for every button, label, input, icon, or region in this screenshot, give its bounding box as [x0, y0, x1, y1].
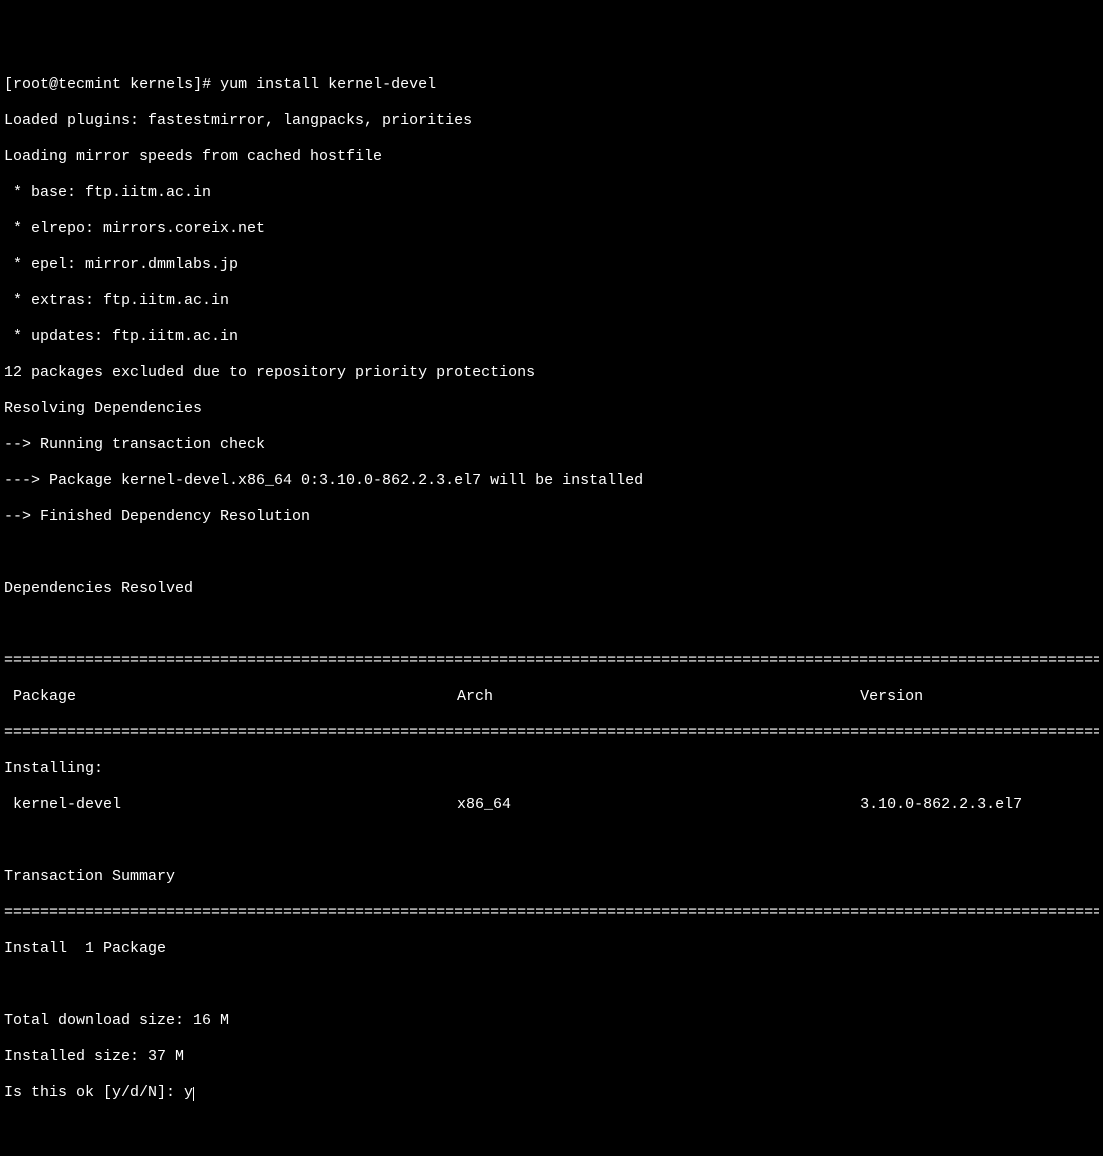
separator-top: ========================================…: [4, 652, 1099, 670]
prompt-dir: kernels: [130, 76, 193, 93]
blank-line-1: [4, 544, 1099, 562]
table-cell-package: kernel-devel: [4, 796, 457, 814]
output-package-install: ---> Package kernel-devel.x86_64 0:3.10.…: [4, 472, 1099, 490]
prompt-at: @: [49, 76, 58, 93]
output-finished: --> Finished Dependency Resolution: [4, 508, 1099, 526]
prompt-close-bracket: ]: [193, 76, 202, 93]
prompt-open-bracket: [: [4, 76, 13, 93]
output-plugins: Loaded plugins: fastestmirror, langpacks…: [4, 112, 1099, 130]
table-cell-arch: x86_64: [457, 796, 860, 814]
confirm-prompt: Is this ok [y/d/N]:: [4, 1084, 184, 1101]
prompt-host: tecmint: [58, 76, 121, 93]
mirror-base: * base: ftp.iitm.ac.in: [4, 184, 1099, 202]
table-row: kernel-develx86_643.10.0-862.2.3.el7: [4, 796, 1099, 814]
confirm-input[interactable]: y: [184, 1084, 193, 1101]
output-loading-mirrors: Loading mirror speeds from cached hostfi…: [4, 148, 1099, 166]
table-header-arch: Arch: [457, 688, 860, 706]
mirror-extras: * extras: ftp.iitm.ac.in: [4, 292, 1099, 310]
confirm-line[interactable]: Is this ok [y/d/N]: y: [4, 1084, 1099, 1102]
table-header-package: Package: [4, 688, 457, 706]
download-size: Total download size: 16 M: [4, 1012, 1099, 1030]
prompt-user: root: [13, 76, 49, 93]
prompt-symbol: #: [202, 76, 211, 93]
command-prompt-line: [root@tecmint kernels]# yum install kern…: [4, 76, 1099, 94]
output-excluded: 12 packages excluded due to repository p…: [4, 364, 1099, 382]
separator-header: ========================================…: [4, 724, 1099, 742]
output-resolving: Resolving Dependencies: [4, 400, 1099, 418]
cursor-icon: [193, 1087, 194, 1101]
installing-label: Installing:: [4, 760, 1099, 778]
blank-line-3: [4, 832, 1099, 850]
mirror-elrepo: * elrepo: mirrors.coreix.net: [4, 220, 1099, 238]
install-count: Install 1 Package: [4, 940, 1099, 958]
table-header-row: PackageArchVersion: [4, 688, 1099, 706]
separator-summary: ========================================…: [4, 904, 1099, 922]
installed-size: Installed size: 37 M: [4, 1048, 1099, 1066]
mirror-updates: * updates: ftp.iitm.ac.in: [4, 328, 1099, 346]
transaction-summary-title: Transaction Summary: [4, 868, 1099, 886]
table-cell-version: 3.10.0-862.2.3.el7: [860, 796, 1099, 814]
output-deps-resolved: Dependencies Resolved: [4, 580, 1099, 598]
blank-line-2: [4, 616, 1099, 634]
output-check: --> Running transaction check: [4, 436, 1099, 454]
blank-line-4: [4, 976, 1099, 994]
command-text: yum install kernel-devel: [220, 76, 436, 93]
table-header-version: Version: [860, 688, 1099, 706]
mirror-epel: * epel: mirror.dmmlabs.jp: [4, 256, 1099, 274]
